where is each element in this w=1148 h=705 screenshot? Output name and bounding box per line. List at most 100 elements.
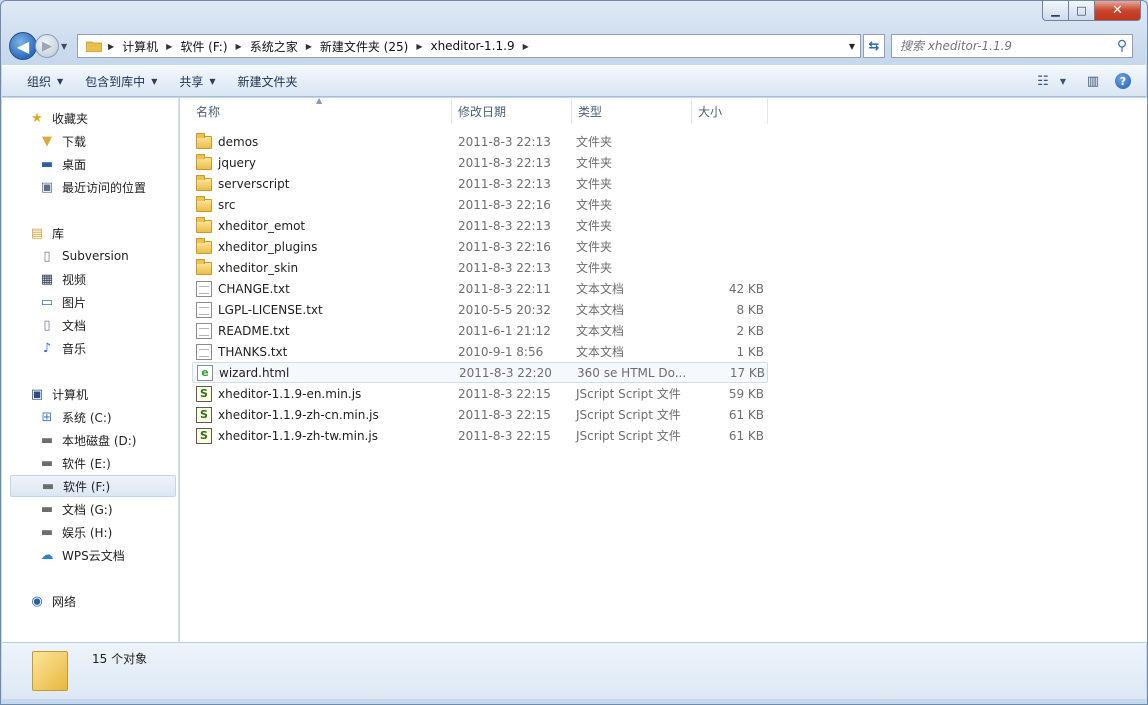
share-menu[interactable]: 共享 ▼: [168, 66, 226, 96]
search-box[interactable]: ⚲: [891, 34, 1133, 58]
column-header-size[interactable]: 大小: [692, 98, 768, 124]
downloads-folder-icon: ▼: [42, 133, 52, 149]
file-name-cell: Sxheditor-1.1.9-en.min.js: [192, 385, 454, 402]
file-type: JScript Script 文件: [576, 387, 681, 401]
sidebar-item-drive-e[interactable]: ▬ 软件 (E:): [10, 452, 176, 474]
file-row[interactable]: README.txt 2011-6-1 21:12 文本文档 2 KB: [192, 320, 768, 341]
sidebar-favorites[interactable]: ★ 收藏夹: [10, 107, 176, 129]
breadcrumb-computer[interactable]: 计算机: [116, 35, 164, 57]
new-folder-button[interactable]: 新建文件夹: [227, 66, 309, 96]
sidebar-item-music[interactable]: ♪ 音乐: [10, 337, 176, 359]
maximize-button[interactable]: □: [1069, 1, 1095, 21]
sidebar-computer[interactable]: ▣ 计算机: [10, 383, 176, 405]
file-row[interactable]: xheditor_plugins 2011-8-3 22:16 文件夹: [192, 236, 768, 257]
sidebar-item-pictures[interactable]: ▭ 图片: [10, 291, 176, 313]
sidebar-item-documents[interactable]: ▯ 文档: [10, 314, 176, 336]
sidebar-item-drive-g[interactable]: ▬ 文档 (G:): [10, 498, 176, 520]
refresh-button[interactable]: ⇆: [863, 34, 885, 58]
refresh-icon: ⇆: [868, 38, 880, 54]
file-name-cell: xheditor_emot: [192, 217, 454, 233]
library-icon: ▤: [30, 225, 44, 241]
preview-pane-icon[interactable]: ▥: [1080, 70, 1106, 92]
chevron-right-icon[interactable]: ▶: [234, 42, 244, 51]
chevron-right-icon[interactable]: ▶: [521, 42, 531, 51]
sidebar-network[interactable]: ◉ 网络: [10, 590, 176, 612]
file-name-cell: xheditor_skin: [192, 259, 454, 275]
file-row[interactable]: xheditor_emot 2011-8-3 22:13 文件夹: [192, 215, 768, 236]
documents-icon: ▯: [43, 317, 51, 333]
sidebar-item-subversion[interactable]: ▯ Subversion: [10, 245, 176, 267]
search-icon[interactable]: ⚲: [1112, 38, 1132, 54]
file-modified: 2010-9-1 8:56: [458, 344, 544, 359]
file-modified: 2011-8-3 22:15: [458, 428, 551, 443]
sidebar-libraries[interactable]: ▤ 库: [10, 222, 176, 244]
breadcrumb-xitong[interactable]: 系统之家: [244, 35, 304, 57]
breadcrumb-new-folder-25[interactable]: 新建文件夹 (25): [314, 35, 414, 57]
organize-menu[interactable]: 组织 ▼: [16, 66, 74, 96]
file-row[interactable]: LGPL-LICENSE.txt 2010-5-5 20:32 文本文档 8 KB: [192, 299, 768, 320]
minimize-button[interactable]: ▁: [1042, 1, 1069, 21]
file-modified: 2011-8-3 22:13: [458, 176, 551, 191]
file-row[interactable]: serverscript 2011-8-3 22:13 文件夹: [192, 173, 768, 194]
sidebar-item-drive-f[interactable]: ▬ 软件 (F:): [10, 475, 176, 497]
file-name: src: [218, 197, 236, 212]
file-type: 文件夹: [576, 219, 613, 233]
chevron-right-icon[interactable]: ▶: [106, 42, 116, 51]
sidebar-item-wps-cloud[interactable]: ☁ WPS云文档: [10, 544, 176, 566]
close-button[interactable]: ✕: [1095, 1, 1141, 21]
sidebar-item-drive-c[interactable]: ⊞ 系统 (C:): [10, 406, 176, 428]
minimize-icon: ▁: [1051, 4, 1060, 17]
view-options-icon[interactable]: ☷: [1030, 70, 1056, 92]
file-row[interactable]: jquery 2011-8-3 22:13 文件夹: [192, 152, 768, 173]
file-row[interactable]: demos 2011-8-3 22:13 文件夹: [192, 131, 768, 152]
script-file-icon: S: [196, 427, 212, 444]
file-type: 文本文档: [576, 324, 625, 338]
help-icon: ?: [1115, 73, 1131, 89]
file-row[interactable]: e wizard.html 2011-8-3 22:20 360 se HTML Do…: [192, 362, 768, 383]
chevron-right-icon[interactable]: ▶: [304, 42, 314, 51]
breadcrumb-drive-f[interactable]: 软件 (F:): [174, 35, 233, 57]
column-header-type[interactable]: 类型: [572, 98, 692, 124]
text-file-icon: [196, 322, 212, 339]
recent-pages-dropdown[interactable]: ▼: [61, 42, 73, 51]
file-type: 文本文档: [576, 282, 625, 296]
sidebar-item-recent-places[interactable]: ▣ 最近访问的位置: [10, 176, 176, 198]
cloud-icon: ☁: [40, 547, 54, 563]
file-name: LGPL-LICENSE.txt: [218, 302, 323, 317]
folder-icon: [196, 196, 212, 212]
file-name: xheditor_plugins: [218, 239, 318, 254]
file-name-cell: THANKS.txt: [192, 343, 454, 360]
address-bar[interactable]: ▶ 计算机 ▶ 软件 (F:) ▶ 系统之家 ▶ 新建文件夹 (25) ▶ xh…: [77, 34, 861, 58]
sidebar-item-downloads[interactable]: ▼ 下载: [10, 130, 176, 152]
hard-drive-icon: ▬: [40, 501, 54, 517]
video-icon: ▦: [40, 271, 54, 287]
hard-drive-icon: ▬: [40, 432, 54, 448]
sidebar-item-drive-h[interactable]: ▬ 娱乐 (H:): [10, 521, 176, 543]
file-row[interactable]: Sxheditor-1.1.9-zh-cn.min.js 2011-8-3 22:…: [192, 404, 768, 425]
forward-button[interactable]: ▶: [35, 34, 59, 58]
sidebar-item-desktop[interactable]: ▬ 桌面: [10, 153, 176, 175]
file-name-cell: LGPL-LICENSE.txt: [192, 301, 454, 318]
file-modified: 2011-8-3 22:16: [458, 197, 551, 212]
back-button[interactable]: ◀: [9, 32, 37, 60]
address-dropdown-icon[interactable]: ▼: [844, 42, 860, 51]
file-row[interactable]: CHANGE.txt 2011-8-3 22:11 文本文档 42 KB: [192, 278, 768, 299]
column-header-name[interactable]: 名称 ▲: [180, 96, 452, 124]
sidebar-item-videos[interactable]: ▦ 视频: [10, 268, 176, 290]
file-row[interactable]: xheditor_skin 2011-8-3 22:13 文件夹: [192, 257, 768, 278]
column-header-modified[interactable]: 修改日期: [452, 98, 572, 124]
breadcrumb-xheditor[interactable]: xheditor-1.1.9: [424, 35, 520, 57]
file-row[interactable]: Sxheditor-1.1.9-en.min.js 2011-8-3 22:15 J…: [192, 383, 768, 404]
help-button[interactable]: ?: [1110, 70, 1136, 92]
search-input[interactable]: [900, 39, 1112, 53]
include-in-library-menu[interactable]: 包含到库中 ▼: [74, 66, 168, 96]
sidebar-item-drive-d[interactable]: ▬ 本地磁盘 (D:): [10, 429, 176, 451]
file-name-cell: Sxheditor-1.1.9-zh-tw.min.js: [192, 427, 454, 444]
chevron-right-icon[interactable]: ▶: [164, 42, 174, 51]
chevron-right-icon[interactable]: ▶: [414, 42, 424, 51]
file-row[interactable]: THANKS.txt 2010-9-1 8:56 文本文档 1 KB: [192, 341, 768, 362]
file-type: 文本文档: [576, 345, 625, 359]
file-row[interactable]: src 2011-8-3 22:16 文件夹: [192, 194, 768, 215]
view-dropdown-icon[interactable]: ▼: [1056, 70, 1070, 92]
file-row[interactable]: Sxheditor-1.1.9-zh-tw.min.js 2011-8-3 22:…: [192, 425, 768, 446]
